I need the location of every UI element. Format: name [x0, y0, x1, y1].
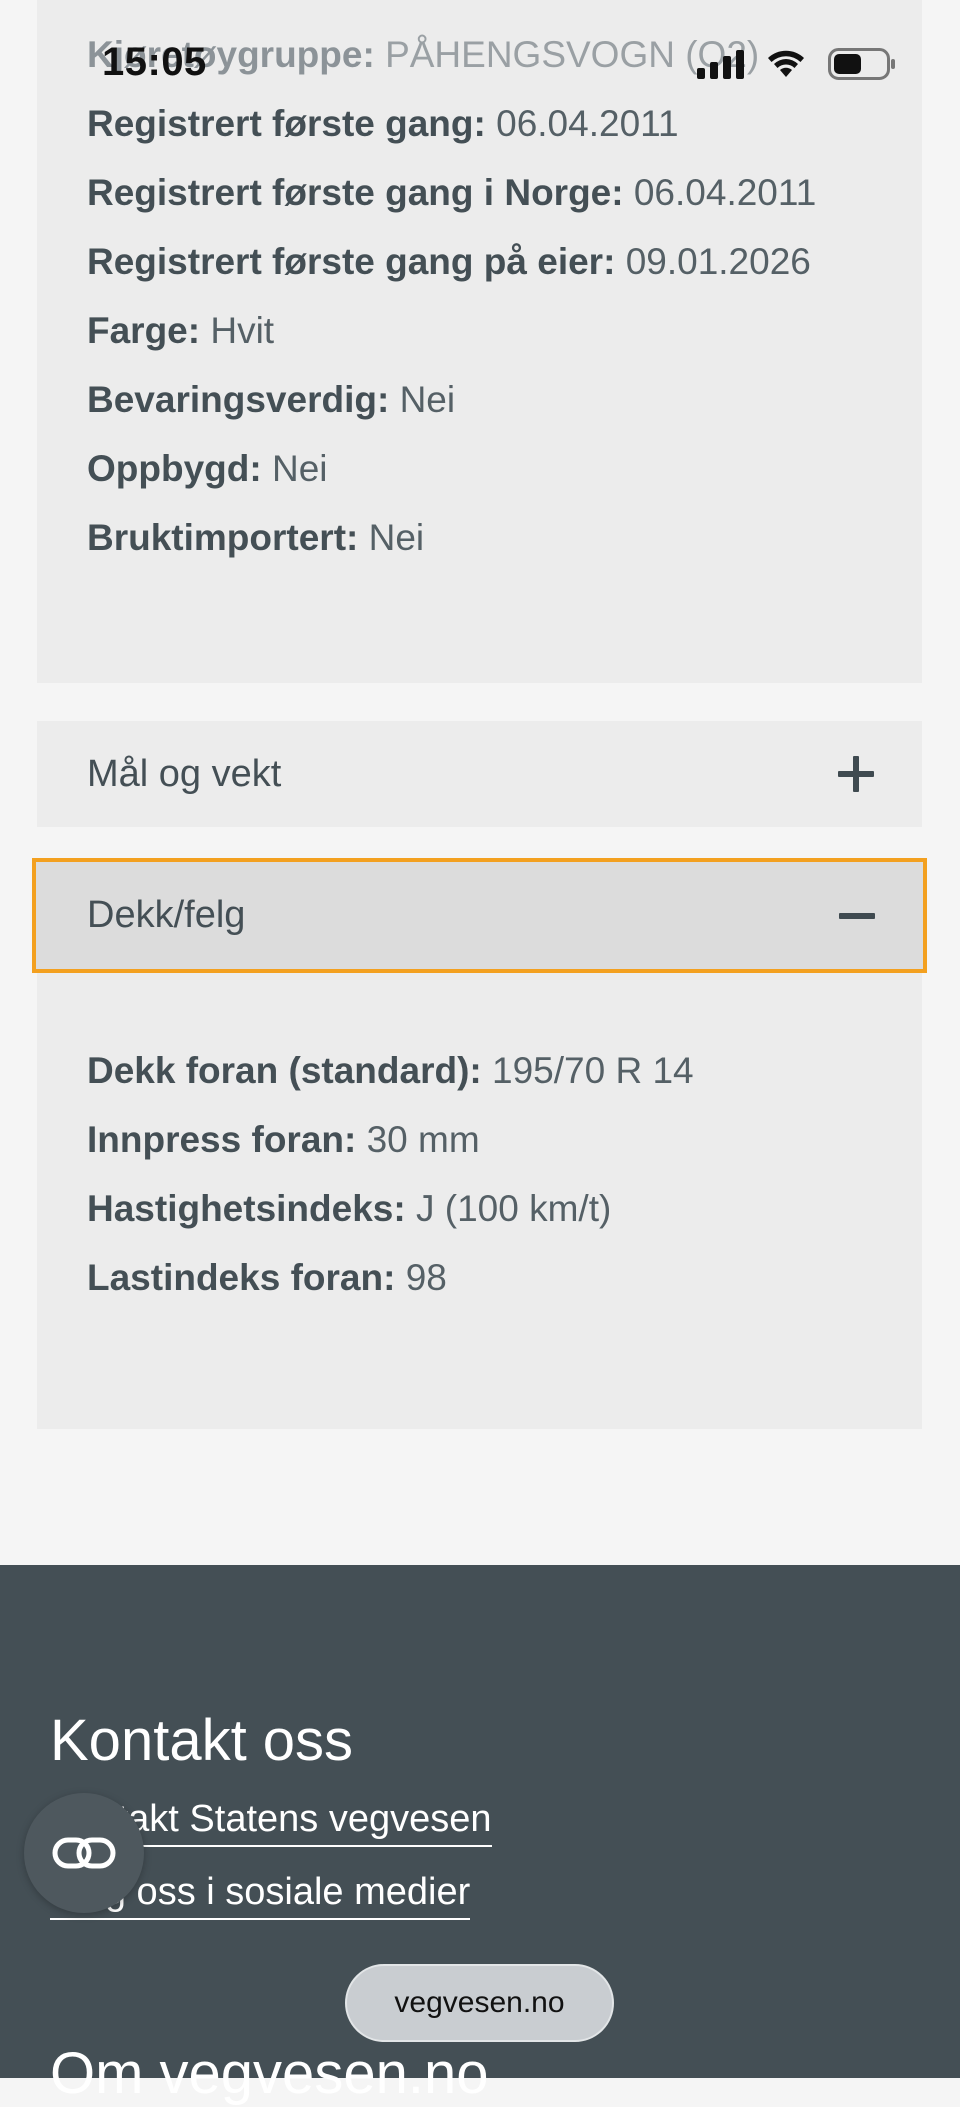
status-time: 15:05 — [102, 40, 207, 84]
detail-row-used-import: Bruktimportert: Nei — [87, 517, 425, 558]
contact-heading: Kontakt oss — [50, 1708, 354, 1773]
signal-icon — [697, 49, 744, 79]
browser-url-pill[interactable]: vegvesen.no — [345, 1964, 614, 2042]
detail-row-speed-index: Hastighetsindeks: J (100 km/t) — [87, 1188, 612, 1229]
accordion-title: Dekk/felg — [87, 894, 246, 936]
battery-icon — [828, 48, 896, 80]
detail-row-preservation: Bevaringsverdig: Nei — [87, 379, 456, 420]
link-icon[interactable] — [24, 1793, 144, 1913]
tire-details-panel: Dekk foran (standard): 195/70 R 14 Innpr… — [37, 973, 922, 1429]
detail-row-front-tire: Dekk foran (standard): 195/70 R 14 — [87, 1050, 694, 1091]
detail-row-rebuilt: Oppbygd: Nei — [87, 448, 328, 489]
minus-icon — [839, 898, 875, 934]
detail-row-first-registered-norway: Registrert første gang i Norge: 06.04.20… — [87, 172, 817, 213]
detail-row-front-offset: Innpress foran: 30 mm — [87, 1119, 480, 1160]
plus-icon — [838, 756, 874, 792]
detail-row-color: Farge: Hvit — [87, 310, 275, 351]
status-icons — [697, 48, 896, 80]
status-bar: 15:05 — [0, 0, 960, 120]
wifi-icon — [766, 49, 806, 79]
about-heading: Om vegvesen.no — [50, 2041, 489, 2106]
accordion-title: Mål og vekt — [87, 752, 282, 795]
detail-row-first-registered-owner: Registrert første gang på eier: 09.01.20… — [87, 241, 811, 282]
accordion-tires-rims[interactable]: Dekk/felg — [32, 858, 927, 973]
detail-row-load-index: Lastindeks foran: 98 — [87, 1257, 447, 1298]
accordion-dimensions-weight[interactable]: Mål og vekt — [37, 721, 922, 827]
